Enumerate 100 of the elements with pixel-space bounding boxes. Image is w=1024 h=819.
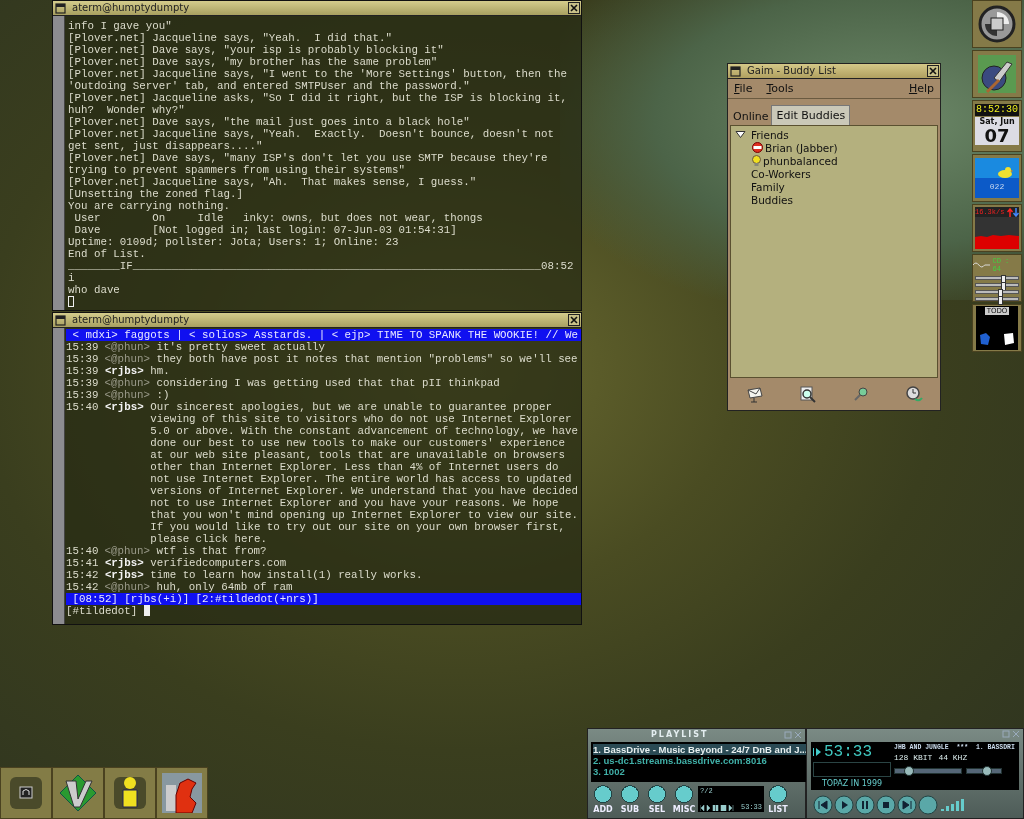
playlist-button[interactable]: MISC — [671, 784, 697, 814]
window-menu-icon[interactable] — [55, 2, 66, 14]
list-button[interactable]: LIST — [765, 784, 791, 814]
terminal-line: [Plover.net] Jacqueline says, "Ah. That makes sense, I guess." — [68, 176, 478, 188]
terminal-line: [Plover.net] Jacqueline says, "Yeah. Exactly. Doesn't bounce, doesn't not — [68, 128, 555, 140]
status-bar: [08:52] [rjbs(+i)] [2:#tildedot(+nrs)] — [66, 593, 581, 605]
play-icon[interactable] — [834, 795, 854, 815]
close-icon[interactable] — [568, 2, 580, 14]
magnifier-icon[interactable] — [798, 385, 817, 403]
vim-logo-icon — [58, 773, 98, 813]
scrollbar[interactable] — [53, 16, 65, 310]
tab[interactable]: Online — [730, 108, 772, 125]
duck-reading: 022 — [989, 182, 1005, 191]
terminal-line: [Plover.net] Jacqueline says, "I went to the 'More Settings' button, then the — [68, 68, 568, 80]
terminal-line: get sent, just disappears...." — [68, 140, 264, 152]
chat-message: :) — [156, 389, 171, 401]
nickname: <rjbs> — [104, 557, 144, 569]
nickname: <@phun> — [104, 581, 150, 593]
stop-icon[interactable] — [876, 795, 896, 815]
lightbulb-icon — [752, 154, 761, 167]
nickname: <rjbs> — [104, 365, 144, 377]
chat-message: time to learn how install(1) really works. — [150, 569, 424, 581]
chat-message: huh, only 64mb of ram — [156, 581, 294, 593]
nickname: <@phun> — [104, 545, 150, 557]
close-icon[interactable] — [927, 65, 939, 77]
terminal-line: [Plover.net] Jacqueline says, "Yeah. I did that." — [68, 32, 393, 44]
pause-icon[interactable] — [855, 795, 875, 815]
buddy-group[interactable]: Friends — [751, 128, 789, 141]
timestamp: 15:39 — [66, 353, 100, 365]
topic-bar: < mdxi> faggots | < solios> Asstards. | < ejp> TIME TO SPANK THE WOOKIE! // We — [66, 329, 581, 341]
chat-message: it's pretty sweet actually — [156, 341, 326, 353]
skin-credit: TOPAZ IN 1999 — [820, 779, 884, 788]
terminal-line: User On Idle inky: owns, but does not wear, thongs — [73, 212, 484, 224]
nickname: <rjbs> — [104, 401, 144, 415]
chat-message: considering I was getting used that that pII thinkpad — [156, 377, 501, 389]
window-menu-icon[interactable] — [730, 65, 741, 77]
menu-item[interactable]: File — [734, 82, 753, 95]
balance-slider[interactable] — [966, 767, 1002, 774]
clock-icon[interactable] — [904, 385, 923, 403]
terminal-line: huh? Wonder why?" — [68, 104, 186, 116]
buddy-name[interactable]: phunbalanced — [763, 154, 838, 167]
sample-rate: 44 KHZ — [938, 752, 968, 762]
previous-icon[interactable] — [813, 795, 833, 815]
buddy-name[interactable]: Brian (Jabber) — [765, 141, 838, 154]
round-button-icon[interactable] — [918, 795, 938, 815]
launcher-tile[interactable] — [156, 767, 208, 819]
window-title: PLAYLIST — [651, 729, 709, 740]
close-icon[interactable] — [568, 314, 580, 326]
terminal-line: Dave [Not logged in; last login: 07-Jun-03 01:54:31] — [73, 224, 458, 236]
network-graph — [975, 217, 1019, 249]
timestamp: 15:40 — [66, 401, 100, 415]
playlist-item[interactable]: 2. us-dc1.streams.bassdrive.com:8016 — [593, 755, 808, 766]
bitrate: 128 KBIT — [894, 752, 933, 762]
launcher-tile[interactable] — [0, 767, 52, 819]
chat-message: hm. — [150, 365, 171, 377]
terminal-line: [Plover.net] Dave says, "my brother has the same problem" — [68, 56, 439, 68]
terminal-line: ________IF_______________________________________________________________08:52 — [68, 260, 575, 272]
no-entry-icon — [752, 142, 763, 153]
window-menu-icon[interactable] — [55, 314, 66, 326]
menu-item[interactable]: Help — [908, 82, 934, 95]
collapse-arrow-icon[interactable] — [735, 130, 746, 139]
waveform-icon — [973, 261, 991, 269]
duck-icon — [997, 166, 1013, 178]
buddy-group[interactable]: Co-Workers — [751, 167, 811, 180]
scrollbar[interactable] — [53, 328, 65, 624]
terminal-line: End of List. — [68, 248, 147, 260]
envelope-icon[interactable] — [745, 385, 764, 403]
tab[interactable]: Edit Buddies — [771, 105, 851, 125]
menu-item[interactable]: Tools — [766, 82, 794, 95]
dock-tile[interactable]: 8:52:30 Sat, Jun 07 — [972, 100, 1022, 152]
launcher-tile[interactable] — [104, 767, 156, 819]
window-title: aterm@humptydumpty — [72, 1, 191, 15]
chat-message: Our sincerest apologies, but we are unable to guarantee proper viewing of this site to visitors who do not use Internet Explorer 5.0 or above. With the constant advancement of technology, we have done our best to use new tools to make our customers' experience at our web site pleasant, tools that are unavailable on browsers other than Internet Explorer. Less than 4% of Internet users do not use Internet Explorer. The entire world has access to updated versions of Internet Explorer. We understand that you have decided not to use Internet Explorer and you have your reasons. We hope that you won't mind opening up Internet Explorer to view our site. If you would like to try out our site on your own browser first, please click here. — [150, 401, 578, 545]
notes-icon — [978, 331, 1016, 347]
nickname: <rjbs> — [104, 569, 144, 581]
timestamp: 15:39 — [66, 389, 100, 401]
terminal-line: [Unsetting the zoned flag.] — [68, 188, 244, 200]
nickname: <@phun> — [104, 389, 150, 401]
dock-tile[interactable]: 022 — [972, 154, 1022, 202]
buddy-group[interactable]: Buddies — [751, 193, 794, 206]
timestamp: 15:40 — [66, 545, 100, 557]
buddy-group[interactable]: Family — [751, 180, 785, 193]
elapsed-time: 53:33 — [824, 743, 872, 760]
playlist-item[interactable]: 3. 1002 — [593, 766, 808, 777]
play-indicator-icon — [813, 746, 821, 757]
terminal-line: [Plover.net] Dave says, "many ISP's don't let you use SMTP because they're — [68, 152, 549, 164]
terminal-line: [Plover.net] Dave says, "the mail just goes into a black hole" — [68, 116, 471, 128]
clock-time: 8:52:30 — [975, 104, 1019, 116]
terminal-line: [Plover.net] Jacqueline asks, "So I did it right, but the ISP is blocking it, — [68, 92, 568, 104]
window-title: aterm@humptydumpty — [72, 313, 191, 327]
playlist-button[interactable]: ADD — [590, 784, 616, 814]
calendar-date: Sat, Jun — [978, 117, 1016, 126]
next-icon[interactable] — [897, 795, 917, 815]
timestamp: 15:39 — [66, 377, 100, 389]
terminal-line: Uptime: 0109d; pollster: Jota; Users: 1; Online: 23 — [68, 236, 400, 248]
terminal-line: 'Outdoing Server' tab, and entered SMTPUser and the password." — [68, 80, 471, 92]
seek-slider[interactable] — [894, 767, 962, 774]
launcher-tile[interactable] — [52, 767, 104, 819]
window-title: Gaim - Buddy List — [747, 64, 837, 78]
transfer-arrows-icon — [1007, 207, 1019, 217]
